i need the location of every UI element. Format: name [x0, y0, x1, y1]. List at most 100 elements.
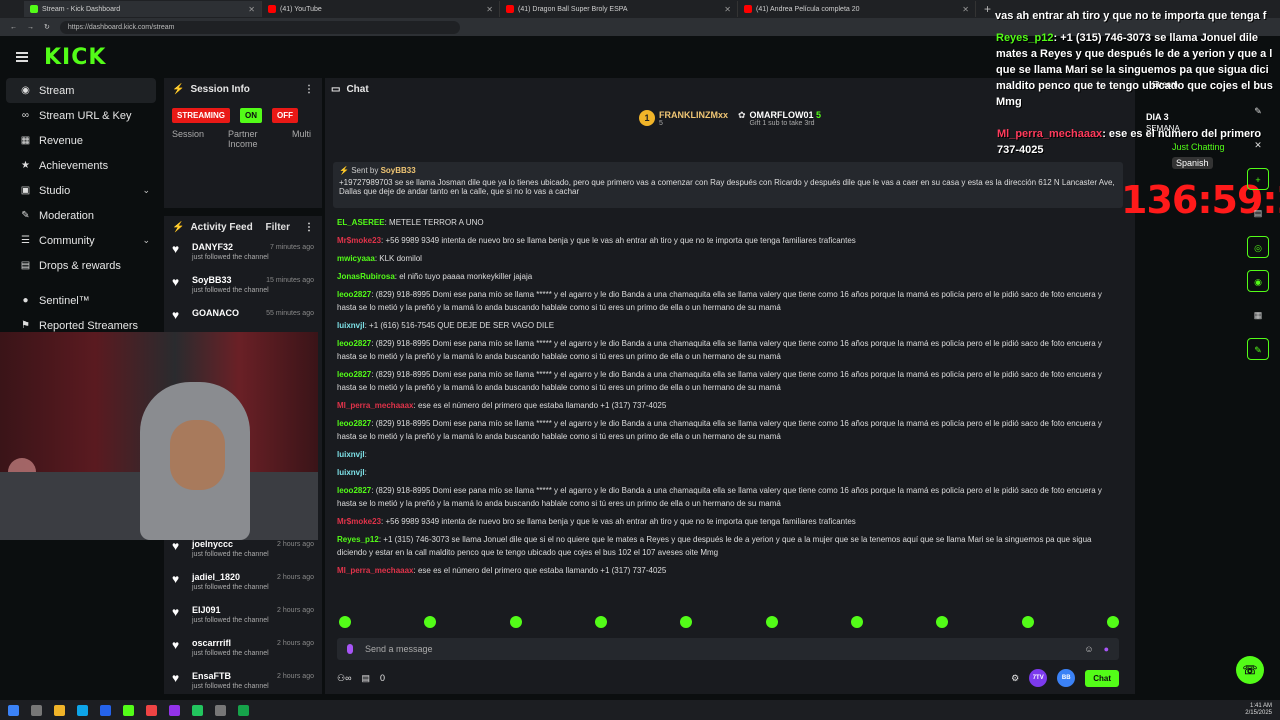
menu-icon[interactable] — [16, 52, 28, 62]
emote-icon[interactable] — [936, 616, 949, 628]
multi-off-badge[interactable]: OFF — [272, 108, 298, 123]
gift-box-icon[interactable]: ▤ — [361, 673, 370, 684]
chat-username[interactable]: leoo2827 — [337, 370, 371, 379]
chat-input[interactable]: Send a message ☺ ● — [337, 638, 1119, 660]
spotify-icon[interactable] — [192, 704, 203, 716]
heart-icon: ♥ — [172, 572, 180, 586]
emote-icon[interactable] — [1021, 616, 1034, 628]
emoji-icon[interactable]: ☺ — [1084, 644, 1093, 654]
obs-icon[interactable] — [169, 704, 180, 716]
url-input[interactable]: https://dashboard.kick.com/stream — [59, 20, 460, 34]
windows-start-icon[interactable] — [8, 704, 19, 716]
browser-tab[interactable]: (41) YouTube ✕ — [262, 1, 500, 17]
users-icon[interactable]: ⚇∞ — [337, 673, 351, 684]
wrench-icon[interactable]: ✎ — [1247, 100, 1269, 122]
sidebar-item-community[interactable]: ☰ Community ⌄ — [6, 228, 156, 253]
chat-username[interactable]: leoo2827 — [337, 419, 371, 428]
kick-app-icon[interactable] — [123, 704, 134, 716]
reload-icon[interactable]: ↻ — [44, 23, 50, 31]
category-label: Just Chatting — [1172, 142, 1225, 152]
close-icon[interactable]: ✕ — [962, 5, 969, 14]
chat-message: Reyes_p12: +1 (315) 746-3073 se llama Jo… — [337, 535, 1092, 557]
settings-icon[interactable]: ⚙ — [1011, 673, 1019, 684]
system-clock[interactable]: 1:41 AM 2/15/2025 — [1245, 703, 1272, 717]
chat-username[interactable]: EL_ASEREE — [337, 218, 385, 227]
add-icon[interactable]: + — [1247, 168, 1269, 190]
chat-username[interactable]: leoo2827 — [337, 339, 371, 348]
broadcast-icon[interactable]: ◉ — [1247, 270, 1269, 292]
sidebar-item-stream[interactable]: ◉ Stream — [6, 78, 156, 103]
leaderboard-entry[interactable]: ✿ OMARFLOW01 5 Gift 1 sub to take 3rd — [738, 110, 821, 148]
chat-username[interactable]: mwicyaaa — [337, 254, 375, 263]
chrome-icon[interactable] — [146, 704, 157, 716]
chat-username[interactable]: Mr$moke23 — [337, 236, 381, 245]
emote-icon[interactable] — [594, 616, 607, 628]
browser-tab[interactable]: (41) Andrea Película completa 20 ✕ — [738, 1, 976, 17]
task-view-icon[interactable] — [31, 704, 42, 716]
new-tab-button[interactable]: + — [984, 2, 991, 16]
kick-logo[interactable]: KICK — [44, 45, 106, 70]
close-icon[interactable]: ✕ — [248, 5, 255, 14]
filter-button[interactable]: Filter — [266, 222, 290, 233]
send-chat-button[interactable]: Chat — [1085, 669, 1119, 687]
outlook-icon[interactable] — [100, 704, 111, 716]
kick-emote-icon[interactable]: ● — [1104, 644, 1109, 654]
emote-icon[interactable] — [765, 616, 778, 628]
leaderboard-entry[interactable]: 1 FRANKLINZMxx 5 — [638, 110, 728, 148]
edge-icon[interactable] — [77, 704, 88, 716]
sidebar-item-sentinel[interactable]: ● Sentinel™ — [6, 288, 156, 313]
mic-icon[interactable] — [347, 644, 353, 654]
chat-username[interactable]: luixnvjl — [337, 468, 365, 477]
chat-bubble-icon[interactable]: ◎ — [1247, 236, 1269, 258]
browser-tab[interactable]: (41) Dragon Ball Super Broly ESPA ✕ — [500, 1, 738, 17]
more-options-icon[interactable]: ⋮ — [304, 222, 314, 233]
partner-on-badge[interactable]: ON — [240, 108, 262, 123]
layout-icon[interactable]: ▦ — [1247, 304, 1269, 326]
whatsapp-icon[interactable] — [238, 704, 249, 716]
chat-username[interactable]: Ml_perra_mechaaax — [337, 566, 414, 575]
close-icon[interactable]: ✕ — [486, 5, 493, 14]
chat-username[interactable]: Mr$moke23 — [337, 517, 381, 526]
sidebar-item-moderation[interactable]: ✎ Moderation — [6, 203, 156, 228]
bttv-icon[interactable]: BB — [1057, 669, 1076, 687]
achievement-icon: ★ — [21, 160, 30, 171]
face-shape — [170, 420, 225, 490]
emote-icon[interactable] — [509, 616, 522, 628]
tools-icon[interactable]: ✎ — [1247, 338, 1269, 360]
sidebar-item-achievements[interactable]: ★ Achievements — [6, 153, 156, 178]
chat-username[interactable]: Reyes_p12 — [337, 535, 379, 544]
more-options-icon[interactable]: ⋮ — [304, 84, 314, 95]
forward-icon[interactable]: → — [27, 24, 34, 31]
sidebar-item-drops-rewards[interactable]: ▤ Drops & rewards — [6, 253, 156, 278]
chat-username[interactable]: luixnvjl — [337, 450, 365, 459]
stream-chat-overlay: vas ah entrar ah tiro y que no te import… — [993, 0, 1280, 170]
emote-icon[interactable] — [1106, 616, 1119, 628]
emote-icon[interactable] — [850, 616, 863, 628]
chat-username[interactable]: leoo2827 — [337, 290, 371, 299]
sidebar-item-revenue[interactable]: ▦ Revenue — [6, 128, 156, 153]
emote-icon[interactable] — [339, 616, 351, 628]
chat-username[interactable]: Ml_perra_mechaaax — [337, 401, 414, 410]
session-info-title: Session Info — [190, 83, 250, 95]
help-button[interactable]: ☏ — [1236, 656, 1264, 684]
right-rail: ✎ ✕ + ▤ ◎ ◉ ▦ ✎ — [1244, 100, 1272, 372]
chat-username[interactable]: luixnvjl — [337, 321, 365, 330]
browser-tab[interactable]: Stream - Kick Dashboard ✕ — [24, 1, 262, 17]
emote-icon[interactable] — [424, 616, 437, 628]
close-icon[interactable]: ✕ — [1247, 134, 1269, 156]
chat-username[interactable]: JonasRubirosa — [337, 272, 395, 281]
sidebar-item-studio[interactable]: ▣ Studio ⌄ — [6, 178, 156, 203]
7tv-icon[interactable]: 7TV — [1029, 669, 1048, 687]
terminal-icon[interactable] — [215, 704, 226, 716]
emote-icon[interactable] — [680, 616, 693, 628]
heart-icon: ♥ — [172, 275, 180, 289]
close-icon[interactable]: ✕ — [724, 5, 731, 14]
chat-text: el niño tuyo paaaa monkeykiller jajaja — [399, 272, 533, 281]
heart-icon: ♥ — [172, 638, 180, 652]
back-icon[interactable]: ← — [10, 24, 17, 31]
youtube-favicon-icon — [268, 5, 276, 13]
file-explorer-icon[interactable] — [54, 704, 65, 716]
document-icon[interactable]: ▤ — [1247, 202, 1269, 224]
sidebar-item-stream-url-key[interactable]: ∞ Stream URL & Key — [6, 103, 156, 128]
chat-username[interactable]: leoo2827 — [337, 486, 371, 495]
